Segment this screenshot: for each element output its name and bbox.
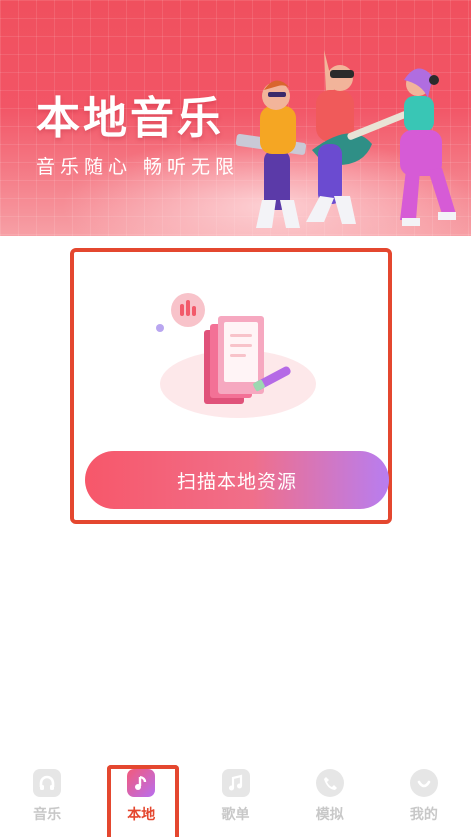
page-title: 本地音乐: [36, 93, 224, 144]
tab-profile[interactable]: 我的: [377, 757, 471, 837]
bottom-tab-bar: 音乐 本地 歌单 模拟 我的: [0, 757, 471, 837]
scan-local-resources-button[interactable]: 扫描本地资源: [85, 451, 389, 509]
phone-icon: [315, 769, 344, 797]
local-files-illustration: [156, 293, 316, 418]
band-illustration: [235, 50, 456, 228]
tab-playlist-label: 歌单: [221, 807, 250, 823]
profile-icon: [409, 769, 438, 797]
music-note-icon: [127, 769, 156, 797]
tab-profile-label: 我的: [409, 807, 438, 823]
tab-simulate[interactable]: 模拟: [283, 757, 377, 837]
music-disc-icon: [33, 769, 62, 797]
tab-playlist[interactable]: 歌单: [188, 757, 282, 837]
tab-local[interactable]: 本地: [94, 757, 188, 837]
tab-music[interactable]: 音乐: [0, 757, 94, 837]
scan-local-card: 扫描本地资源: [70, 248, 392, 524]
playlist-note-icon: [221, 769, 250, 797]
tab-music-label: 音乐: [33, 807, 62, 823]
page-subtitle: 音乐随心 畅听无限: [36, 156, 240, 178]
tab-simulate-label: 模拟: [315, 807, 344, 823]
tab-local-label: 本地: [127, 807, 156, 823]
header-banner: 本地音乐 音乐随心 畅听无限: [0, 0, 471, 236]
